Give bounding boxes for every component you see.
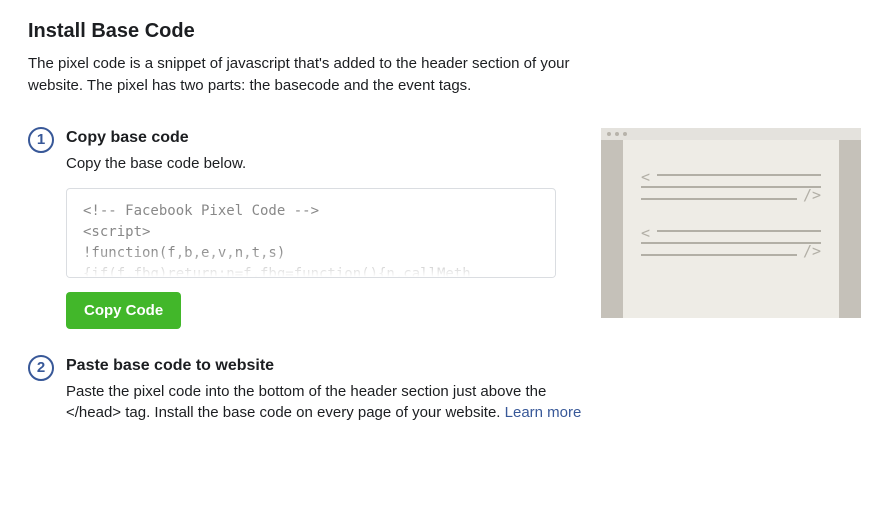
angle-close-icon: /> [803,186,821,204]
step-2-title: Paste base code to website [66,357,588,375]
code-line: <!-- Facebook Pixel Code --> [83,201,539,222]
step-1-title: Copy base code [66,129,588,147]
step-2-badge: 2 [28,355,54,381]
browser-chrome-bar [601,128,861,140]
angle-open-icon: < [641,224,650,242]
code-snippet-box[interactable]: <!-- Facebook Pixel Code --> <script> !f… [66,188,556,278]
step-2-desc: Paste the pixel code into the bottom of … [66,381,588,423]
step-2: 2 Paste base code to website Paste the p… [28,357,588,423]
angle-open-icon: < [641,168,650,186]
angle-close-icon: /> [803,242,821,260]
step-1: 1 Copy base code Copy the base code belo… [28,129,588,329]
code-illustration-row: < /> [641,170,821,198]
page-title: Install Base Code [28,20,863,43]
step-1-badge: 1 [28,127,54,153]
copy-code-button[interactable]: Copy Code [66,292,181,329]
browser-illustration: < /> < /> [601,128,861,318]
code-line: <script> [83,222,539,243]
code-illustration-row: < /> [641,226,821,254]
learn-more-link[interactable]: Learn more [505,404,582,421]
step-1-desc: Copy the base code below. [66,153,588,174]
intro-text: The pixel code is a snippet of javascrip… [28,53,628,97]
